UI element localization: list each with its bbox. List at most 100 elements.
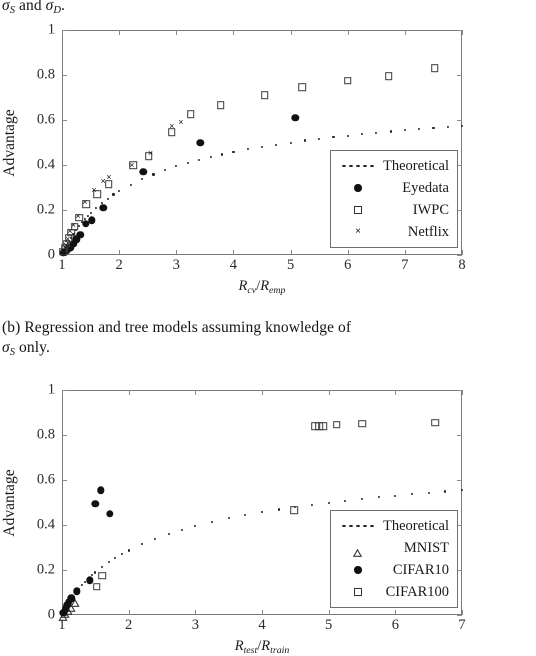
y-tick-label: 0.8 bbox=[36, 426, 55, 443]
legend-item-mnist[interactable]: MNIST bbox=[337, 537, 449, 559]
sigma-d-symbol: σD bbox=[45, 0, 62, 16]
x-tick-mark bbox=[233, 250, 235, 255]
x-tick-label: 6 bbox=[391, 617, 399, 633]
caption-conjunction: and bbox=[15, 0, 46, 14]
data-point-cifar100 bbox=[332, 421, 341, 429]
legend-b: Theoretical MNIST CIFAR10 CIFAR100 bbox=[329, 510, 458, 608]
x-tick-label: 8 bbox=[458, 257, 466, 273]
y-tick-mark bbox=[62, 75, 67, 76]
dotted-line-icon bbox=[337, 519, 379, 533]
legend-item-iwpc[interactable]: IWPC bbox=[337, 199, 449, 221]
data-point-netflix: × bbox=[75, 210, 81, 221]
legend-label: Eyedata bbox=[402, 179, 449, 196]
legend-label: CIFAR100 bbox=[385, 583, 449, 600]
legend-label: IWPC bbox=[412, 201, 449, 218]
data-point-iwpc bbox=[261, 91, 269, 100]
data-point-netflix: × bbox=[91, 184, 97, 195]
legend-item-cifar10[interactable]: CIFAR10 bbox=[337, 559, 449, 581]
legend-label: MNIST bbox=[403, 539, 449, 556]
y-tick-label: 0.6 bbox=[36, 111, 55, 128]
legend-item-netflix[interactable]: × Netflix bbox=[337, 221, 449, 243]
open-square-icon bbox=[337, 203, 379, 217]
caption-top: σS and σD. bbox=[2, 0, 536, 17]
y-tick-mark bbox=[457, 255, 462, 256]
legend-label: CIFAR10 bbox=[392, 561, 449, 578]
plot-area-a: 12345678 0 0.2 0.4 0.6 0.8 1 × × × × × × × × × × × × × × R… bbox=[1, 22, 466, 296]
y-tick-mark bbox=[457, 30, 462, 31]
data-point-cifar100 bbox=[358, 419, 366, 428]
y-tick-mark bbox=[457, 75, 462, 76]
caption-b-line1: (b) Regression and tree models assuming … bbox=[2, 319, 352, 336]
open-square-icon bbox=[337, 585, 379, 599]
filled-circle-icon bbox=[337, 563, 379, 577]
filled-circle-icon bbox=[337, 181, 379, 195]
y-tick-label: 0.2 bbox=[36, 201, 55, 218]
y-tick-mark bbox=[457, 435, 462, 436]
data-point-cifar100 bbox=[319, 422, 328, 430]
x-tick-mark bbox=[128, 390, 130, 395]
x-tick-mark bbox=[395, 610, 397, 615]
legend-item-theoretical[interactable]: Theoretical bbox=[337, 155, 449, 177]
legend-label: Netflix bbox=[407, 223, 449, 240]
y-axis-title-b: Advantage bbox=[1, 468, 18, 537]
caption-b: (b) Regression and tree models assuming … bbox=[2, 318, 536, 359]
x-tick-label: 2 bbox=[125, 617, 133, 633]
legend-a: Theoretical Eyedata IWPC × Netflix bbox=[329, 150, 458, 248]
x-tick-label: 5 bbox=[286, 257, 295, 273]
x-tick-mark bbox=[119, 30, 121, 35]
data-point-iwpc bbox=[385, 72, 393, 80]
x-tick-mark bbox=[262, 390, 263, 395]
x-tick-mark bbox=[176, 250, 178, 255]
data-point-netflix: × bbox=[147, 147, 154, 158]
x-tick-label: 1 bbox=[58, 257, 66, 273]
open-triangle-icon bbox=[337, 541, 379, 557]
y-tick-mark bbox=[457, 480, 462, 481]
y-tick-mark bbox=[457, 120, 462, 121]
y-tick-mark bbox=[62, 210, 67, 211]
y-tick-mark bbox=[457, 390, 462, 391]
data-point-iwpc bbox=[343, 76, 352, 85]
x-tick-mark bbox=[195, 390, 197, 395]
y-tick-label: 0 bbox=[47, 606, 55, 623]
x-tick-label: 4 bbox=[258, 617, 266, 633]
caption-b-line2: σS only. bbox=[2, 338, 536, 359]
data-point-cifar100 bbox=[431, 418, 440, 427]
x-tick-label: 6 bbox=[344, 257, 352, 273]
y-axis-title-a: Advantage bbox=[1, 108, 18, 177]
x-tick-mark bbox=[462, 30, 463, 35]
y-tick-label: 0.4 bbox=[36, 156, 55, 173]
x-tick-mark bbox=[128, 610, 130, 615]
y-tick-label: 0.2 bbox=[36, 561, 55, 578]
data-point-cifar100 bbox=[290, 506, 298, 515]
y-tick-mark bbox=[62, 570, 67, 571]
x-tick-mark bbox=[290, 250, 292, 255]
y-tick-mark bbox=[62, 435, 67, 436]
x-tick-label: 7 bbox=[458, 617, 466, 633]
y-tick-mark bbox=[62, 390, 67, 391]
x-tick-mark bbox=[395, 390, 397, 395]
x-axis-title-a: Rcv/Remp bbox=[238, 278, 286, 296]
x-tick-label: 5 bbox=[325, 617, 333, 633]
data-point-netflix: × bbox=[82, 197, 88, 208]
x-tick-mark bbox=[462, 610, 463, 615]
x-tick-label: 3 bbox=[172, 257, 180, 273]
legend-label: Theoretical bbox=[382, 157, 449, 174]
legend-item-eyedata[interactable]: Eyedata bbox=[337, 177, 449, 199]
x-tick-mark bbox=[404, 30, 406, 35]
x-tick-mark bbox=[290, 30, 292, 35]
data-point-netflix: × bbox=[169, 120, 175, 131]
data-point-netflix: × bbox=[65, 234, 71, 245]
y-tick-mark bbox=[62, 480, 67, 481]
x-tick-label: 4 bbox=[229, 257, 238, 273]
data-point-iwpc bbox=[298, 83, 306, 92]
data-point-netflix: × bbox=[129, 160, 135, 170]
x-tick-mark bbox=[347, 250, 349, 255]
plot-area-b: 1234567 0 0.2 0.4 0.6 0.8 1 Rtest/Rtrain Adva… bbox=[1, 382, 466, 656]
x-tick-mark bbox=[233, 30, 235, 35]
caption-top-line: σS and σD. bbox=[2, 0, 536, 17]
data-point-netflix: × bbox=[106, 172, 112, 183]
dotted-line-icon bbox=[337, 159, 379, 173]
x-tick-mark bbox=[119, 250, 121, 255]
legend-item-cifar100[interactable]: CIFAR100 bbox=[337, 581, 449, 603]
legend-item-theoretical[interactable]: Theoretical bbox=[337, 515, 449, 537]
